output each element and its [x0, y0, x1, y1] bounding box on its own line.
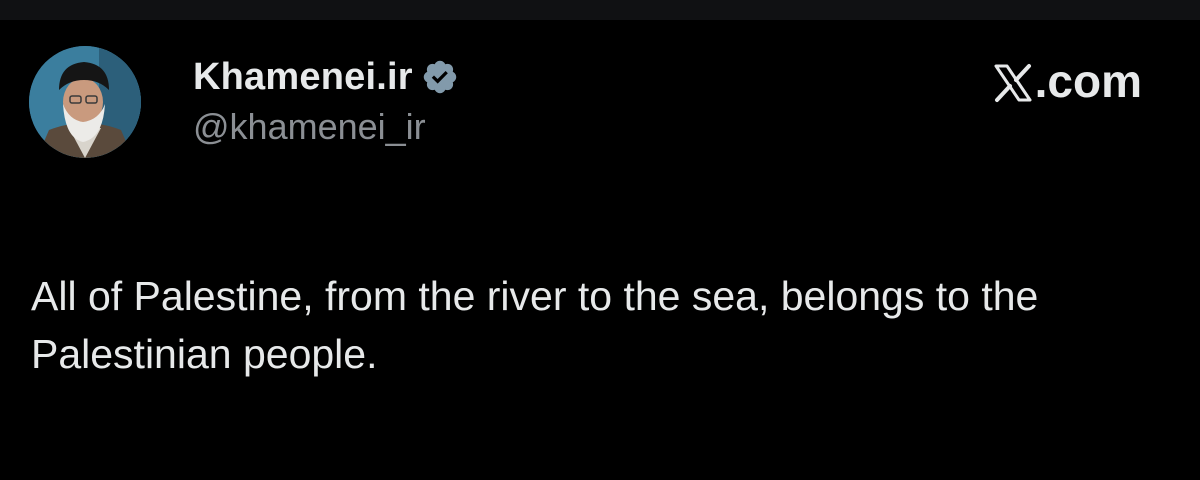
site-logo: .com [993, 54, 1142, 108]
post-card: Khamenei.ir @khamenei_ir .com All of Pal… [0, 20, 1200, 480]
handle[interactable]: @khamenei_ir [193, 106, 459, 148]
verified-badge-icon [421, 58, 459, 96]
x-logo-icon [993, 60, 1033, 102]
avatar[interactable] [29, 46, 141, 158]
avatar-image [29, 46, 141, 158]
top-strip [0, 0, 1200, 20]
post-text: All of Palestine, from the river to the … [31, 273, 1039, 377]
author-block: Khamenei.ir @khamenei_ir [193, 52, 459, 148]
site-label: .com [1034, 55, 1142, 107]
display-name[interactable]: Khamenei.ir [193, 56, 413, 99]
name-row: Khamenei.ir [193, 52, 459, 102]
